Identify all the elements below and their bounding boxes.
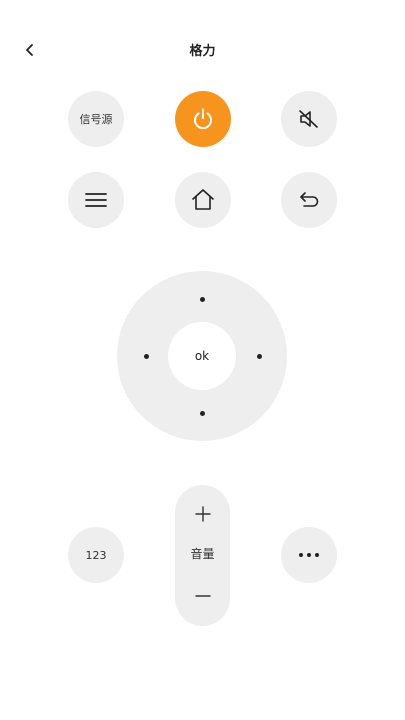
power-icon [194,108,212,130]
volume-label: 音量 [190,547,215,561]
more-button[interactable] [281,527,337,583]
menu-button[interactable] [68,172,124,228]
numpad-button[interactable]: 123 [68,527,124,583]
volume-up-button[interactable] [175,494,230,534]
page-title: 格力 [189,44,216,59]
ok-label: ok [194,349,210,363]
dpad-left-button[interactable] [131,341,161,371]
plus-icon [194,506,211,522]
ok-button[interactable]: ok [168,322,236,390]
dpad-down-button[interactable] [187,398,217,428]
up-dot-icon [199,296,205,302]
source-button[interactable]: 信号源 [68,91,124,147]
left-dot-icon [143,353,149,359]
numpad-label: 123 [85,548,107,562]
dpad-right-button[interactable] [244,341,274,371]
source-label: 信号源 [79,113,113,126]
return-icon [300,192,319,207]
home-icon [192,189,214,210]
mute-icon [299,110,318,128]
dpad-up-button[interactable] [187,284,217,314]
more-icon [299,553,319,557]
minus-icon [194,595,211,597]
home-button[interactable] [175,172,231,228]
mute-button[interactable] [281,91,337,147]
menu-icon [85,193,107,207]
power-button[interactable] [175,91,231,147]
down-dot-icon [199,410,205,416]
return-button[interactable] [281,172,337,228]
volume-down-button[interactable] [175,576,230,616]
right-dot-icon [256,353,262,359]
